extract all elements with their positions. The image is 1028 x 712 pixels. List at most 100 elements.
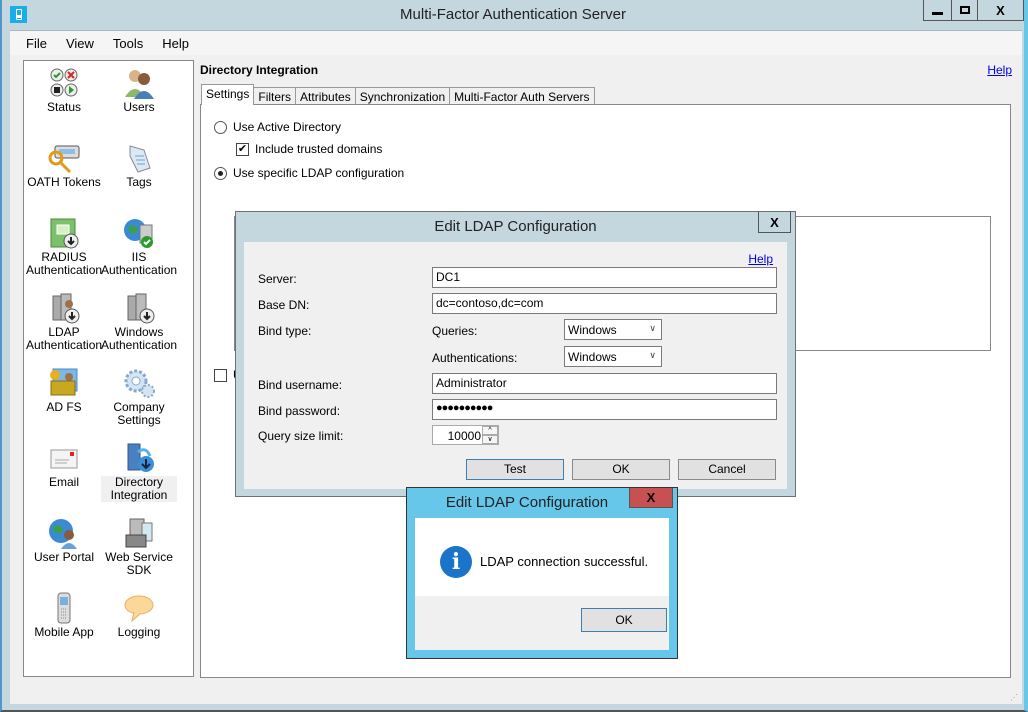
tab-attributes[interactable]: Attributes bbox=[295, 87, 356, 105]
use-active-directory-label: Use Active Directory bbox=[233, 120, 342, 134]
server-input[interactable]: DC1 bbox=[432, 267, 777, 288]
ldap-icon bbox=[47, 292, 81, 324]
nav-label: OATH Tokens bbox=[27, 175, 101, 189]
bind-password-input[interactable]: ●●●●●●●●●● bbox=[432, 399, 777, 420]
minimize-icon bbox=[932, 11, 943, 15]
queries-select[interactable]: Windows ∨ bbox=[564, 319, 662, 340]
help-link[interactable]: Help bbox=[987, 63, 1012, 77]
use-active-directory-radio[interactable] bbox=[214, 120, 227, 134]
query-size-limit-stepper[interactable]: 10000 ^ ∨ bbox=[432, 425, 499, 445]
nav-label: RADIUS Authentication bbox=[26, 250, 103, 277]
menu-tools[interactable]: Tools bbox=[113, 36, 143, 51]
nav-label: Email bbox=[48, 475, 79, 489]
query-size-limit-value: 10000 bbox=[447, 429, 481, 443]
nav-label: Mobile App bbox=[34, 625, 94, 639]
nav-label: Company Settings bbox=[113, 400, 165, 427]
bind-username-input[interactable]: Administrator bbox=[432, 373, 777, 394]
tab-multi-factor-auth-servers[interactable]: Multi-Factor Auth Servers bbox=[449, 87, 595, 105]
partial-checkbox[interactable] bbox=[214, 368, 227, 382]
nav-item-users[interactable]: Users bbox=[101, 67, 177, 114]
chevron-down-icon: ∨ bbox=[649, 323, 656, 333]
nav-item-company-settings[interactable]: Company Settings bbox=[101, 367, 177, 427]
server-label: Server: bbox=[258, 272, 297, 286]
query-size-limit-label: Query size limit: bbox=[258, 429, 344, 443]
message-box-title: Edit LDAP Configuration bbox=[445, 494, 609, 511]
minimize-button[interactable] bbox=[923, 0, 952, 21]
windows-auth-icon bbox=[122, 292, 156, 324]
maximize-icon bbox=[959, 6, 970, 14]
globe-user-icon bbox=[47, 517, 81, 549]
authentications-label: Authentications: bbox=[432, 351, 518, 365]
resize-grip[interactable]: ⋰ bbox=[1010, 693, 1018, 702]
tab-synchronization[interactable]: Synchronization bbox=[354, 87, 451, 105]
menu-bar: File View Tools Help bbox=[10, 31, 1022, 55]
info-icon: i bbox=[440, 546, 472, 578]
nav-label: Status bbox=[46, 100, 82, 114]
bind-type-label: Bind type: bbox=[258, 324, 312, 338]
tab-filters[interactable]: Filters bbox=[253, 87, 297, 105]
test-button[interactable]: Test bbox=[466, 459, 564, 480]
nav-item-oath-tokens[interactable]: OATH Tokens bbox=[26, 142, 102, 189]
include-trusted-domains-checkbox[interactable]: ✔ bbox=[236, 142, 249, 156]
stepper-down-icon[interactable]: ∨ bbox=[482, 435, 498, 444]
dialog-title: Edit LDAP Configuration bbox=[434, 218, 597, 235]
nav-item-email[interactable]: Email bbox=[26, 442, 102, 489]
dialog-help-link[interactable]: Help bbox=[748, 252, 773, 266]
nav-item-logging[interactable]: Logging bbox=[101, 592, 177, 639]
message-ok-button[interactable]: OK bbox=[581, 608, 667, 632]
nav-item-tags[interactable]: Tags bbox=[101, 142, 177, 189]
close-button[interactable]: X bbox=[978, 0, 1024, 21]
close-icon: X bbox=[996, 2, 1005, 18]
ok-button[interactable]: OK bbox=[572, 459, 670, 480]
iis-icon bbox=[122, 217, 156, 249]
stepper-up-icon[interactable]: ^ bbox=[482, 426, 498, 435]
nav-item-ldap-authentication[interactable]: LDAP Authentication bbox=[26, 292, 102, 352]
base-dn-label: Base DN: bbox=[258, 298, 310, 312]
nav-label: Logging bbox=[117, 625, 161, 639]
status-icon bbox=[47, 67, 81, 99]
nav-label: Windows Authentication bbox=[101, 325, 178, 352]
use-specific-ldap-option[interactable]: Use specific LDAP configuration bbox=[214, 166, 404, 180]
nav-item-windows-authentication[interactable]: Windows Authentication bbox=[101, 292, 177, 352]
nav-label: LDAP Authentication bbox=[26, 325, 103, 352]
include-trusted-domains-label: Include trusted domains bbox=[255, 142, 383, 156]
tab-settings[interactable]: Settings bbox=[201, 84, 255, 105]
nav-item-web-service-sdk[interactable]: Web Service SDK bbox=[101, 517, 177, 577]
message-text: LDAP connection successful. bbox=[480, 554, 649, 569]
use-active-directory-option[interactable]: Use Active Directory bbox=[214, 120, 341, 134]
include-trusted-domains-option[interactable]: ✔ Include trusted domains bbox=[236, 142, 382, 156]
base-dn-input[interactable]: dc=contoso,dc=com bbox=[432, 293, 777, 314]
menu-file[interactable]: File bbox=[26, 36, 47, 51]
cancel-button[interactable]: Cancel bbox=[678, 459, 776, 480]
message-box-close-button[interactable]: X bbox=[629, 488, 673, 508]
nav-label: Web Service SDK bbox=[105, 550, 173, 577]
nav-item-radius-authentication[interactable]: RADIUS Authentication bbox=[26, 217, 102, 277]
nav-item-directory-integration[interactable]: Directory Integration bbox=[101, 442, 177, 502]
dialog-body: Help Server: DC1 Base DN: dc=contoso,dc=… bbox=[244, 242, 787, 489]
dialog-close-button[interactable]: X bbox=[758, 212, 791, 233]
adfs-icon bbox=[47, 367, 81, 399]
menu-help[interactable]: Help bbox=[162, 36, 189, 51]
directory-icon bbox=[122, 442, 156, 474]
chevron-down-icon: ∨ bbox=[649, 350, 656, 360]
authentications-select[interactable]: Windows ∨ bbox=[564, 346, 662, 367]
tags-icon bbox=[122, 142, 156, 174]
maximize-button[interactable] bbox=[952, 0, 978, 21]
nav-label: AD FS bbox=[46, 400, 82, 414]
radius-icon bbox=[47, 217, 81, 249]
message-box: Edit LDAP Configuration X i LDAP connect… bbox=[406, 487, 678, 659]
key-icon bbox=[47, 142, 81, 174]
nav-item-ad-fs[interactable]: AD FS bbox=[26, 367, 102, 414]
use-specific-ldap-label: Use specific LDAP configuration bbox=[233, 166, 405, 180]
envelope-icon bbox=[47, 442, 81, 474]
nav-item-mobile-app[interactable]: Mobile App bbox=[26, 592, 102, 639]
nav-item-status[interactable]: Status bbox=[26, 67, 102, 114]
window-title: Multi-Factor Authentication Server bbox=[400, 6, 626, 23]
menu-view[interactable]: View bbox=[66, 36, 94, 51]
queries-value: Windows bbox=[568, 323, 617, 337]
nav-item-user-portal[interactable]: User Portal bbox=[26, 517, 102, 564]
bind-username-label: Bind username: bbox=[258, 378, 343, 392]
use-specific-ldap-radio[interactable] bbox=[214, 166, 227, 180]
nav-item-iis-authentication[interactable]: IIS Authentication bbox=[101, 217, 177, 277]
queries-label: Queries: bbox=[432, 324, 478, 338]
